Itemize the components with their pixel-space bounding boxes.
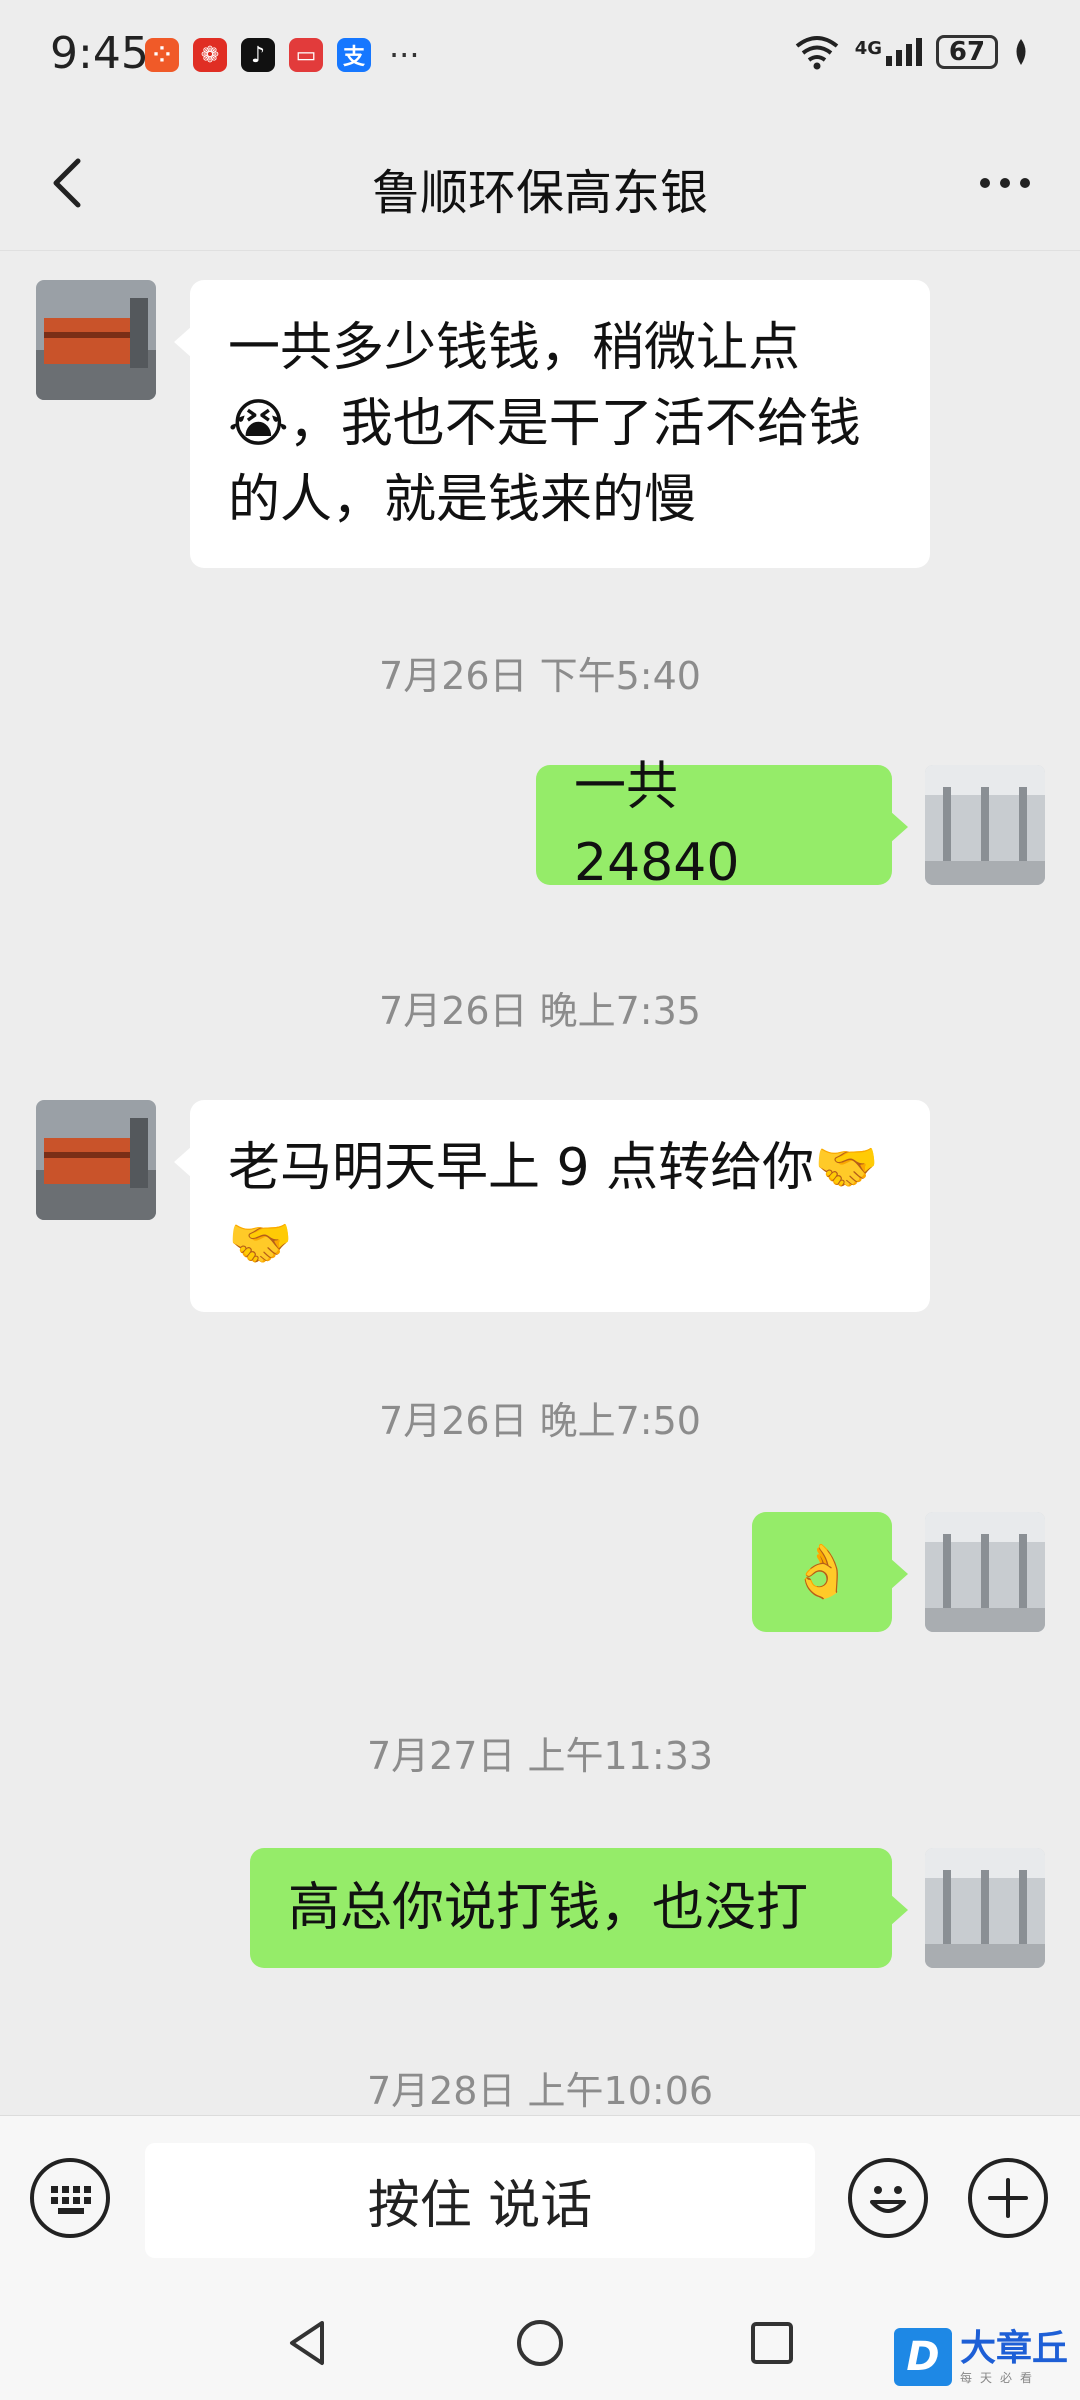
my-avatar[interactable] — [925, 765, 1045, 885]
message-timestamp: 7月26日 晚上7:50 — [379, 1399, 701, 1443]
my-avatar[interactable] — [925, 1848, 1045, 1968]
system-status-icons: 4G 67 — [793, 34, 1030, 70]
hold-to-talk-button[interactable]: 按住 说话 — [145, 2143, 815, 2258]
douyin-app-icon: ♪ — [241, 38, 275, 72]
network-type-label: 4G — [854, 38, 882, 59]
menu-dot — [980, 178, 990, 188]
header-divider — [0, 250, 1080, 251]
menu-dot — [1020, 178, 1030, 188]
keyboard-icon — [51, 2186, 91, 2214]
chat-header: 鲁顺环保高东银 — [0, 115, 1080, 250]
status-time: 9:45 — [50, 28, 149, 79]
contact-avatar[interactable] — [36, 1100, 156, 1220]
alipay-app-icon: 支 — [337, 38, 371, 72]
watermark-logo: D 大章丘 每天必看 — [893, 2327, 1068, 2386]
message-bubble-incoming[interactable]: 老马明天早上 9 点转给你🤝🤝 — [174, 1100, 930, 1312]
chat-title: 鲁顺环保高东银 — [371, 165, 708, 221]
add-attachment-button[interactable] — [968, 2158, 1048, 2238]
menu-dot — [1000, 178, 1010, 188]
emoji-button[interactable] — [848, 2158, 928, 2238]
notification-app-icons: ⁘ ❁ ♪ ▭ 支 ··· — [145, 38, 420, 72]
signal-icon: 4G — [855, 38, 922, 66]
watermark-tagline: 每天必看 — [959, 2370, 1040, 2385]
message-timestamp: 7月27日 上午11:33 — [366, 1734, 714, 1778]
battery-indicator: 67 — [936, 35, 998, 69]
plus-icon — [988, 2178, 1028, 2218]
leaf-icon — [1016, 39, 1026, 65]
message-bubble-outgoing[interactable]: 一共 24840 — [536, 757, 908, 893]
wifi-icon — [795, 36, 838, 70]
message-bubble-incoming[interactable]: 一共多少钱钱，稍微让点😭，我也不是干了活不给钱的人，就是钱来的慢 — [174, 280, 930, 568]
keyboard-toggle-button[interactable] — [30, 2158, 110, 2238]
my-avatar[interactable] — [925, 1512, 1045, 1632]
message-bubble-outgoing[interactable]: 👌 — [752, 1512, 908, 1632]
nav-back-icon[interactable] — [280, 2315, 336, 2371]
pinduoduo-app-icon: ❁ — [193, 38, 227, 72]
watermark-text-group: 大章丘 每天必看 — [959, 2327, 1068, 2386]
more-options-button[interactable] — [970, 153, 1040, 213]
status-bar: 9:45 ⁘ ❁ ♪ ▭ 支 ··· 4G 67 — [0, 0, 1080, 115]
nav-home-icon[interactable] — [512, 2315, 568, 2371]
watermark-name: 大章丘 — [959, 2327, 1068, 2369]
chat-input-bar: 按住 说话 — [0, 2115, 1080, 2286]
smiley-icon — [870, 2186, 906, 2213]
more-notifications-icon: ··· — [389, 36, 420, 74]
message-timestamp: 7月26日 下午5:40 — [379, 654, 701, 698]
contact-avatar[interactable] — [36, 280, 156, 400]
nav-recents-icon[interactable] — [744, 2315, 800, 2371]
watermark-logo-mark: D — [893, 2328, 952, 2386]
xiaohongshu-app-icon: ⁘ — [145, 38, 179, 72]
message-timestamp: 7月28日 上午10:06 — [366, 2069, 714, 2113]
red-app-icon: ▭ — [289, 38, 323, 72]
message-timestamp: 7月26日 晚上7:35 — [379, 989, 701, 1033]
message-bubble-outgoing[interactable]: 高总你说打钱，也没打 — [250, 1848, 908, 1968]
